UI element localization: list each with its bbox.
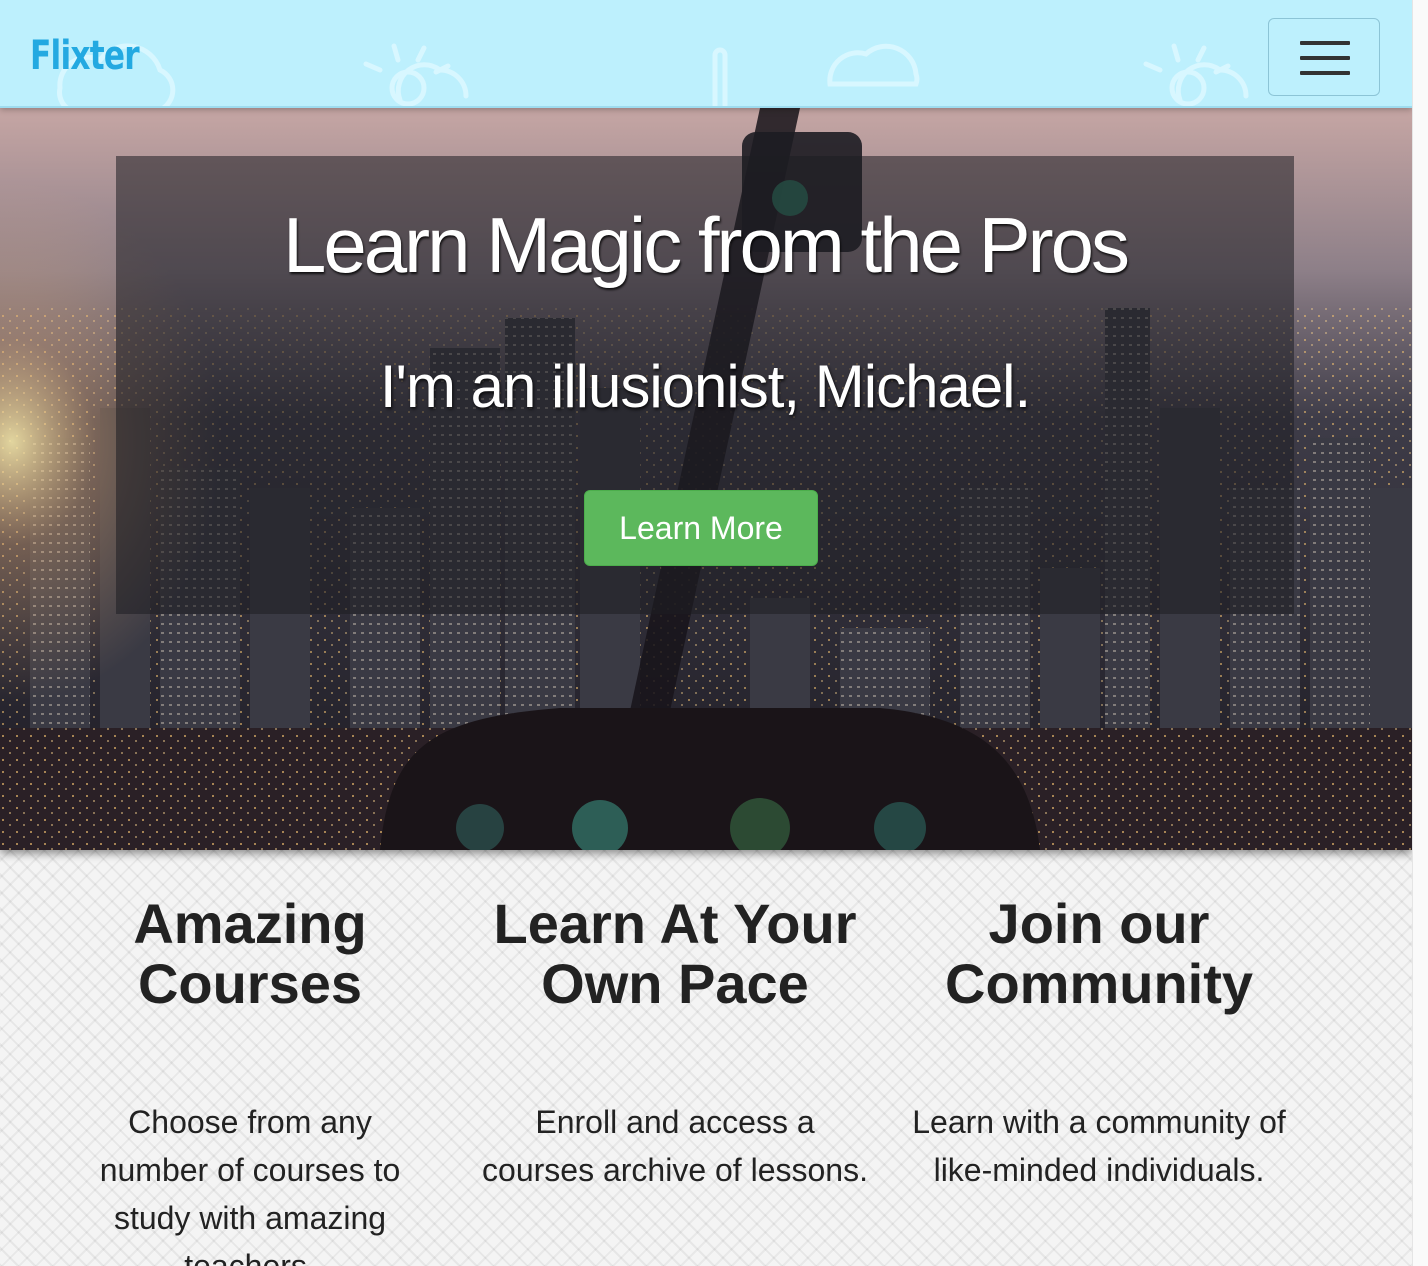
feature-description: Choose from any number of courses to stu… xyxy=(99,1104,401,1266)
feature-own-pace: Learn At Your Own Pace Enroll and access… xyxy=(480,894,870,1194)
hero-section: Learn Magic from the Pros I'm an illusio… xyxy=(0,108,1412,850)
top-navbar: Flixter xyxy=(0,0,1412,108)
feature-community: Join our Community Learn with a communit… xyxy=(906,894,1292,1194)
hero-title: Learn Magic from the Pros xyxy=(282,201,1130,289)
scrollbar[interactable] xyxy=(1412,0,1428,1266)
hero-subtitle: I'm an illusionist, Michael. xyxy=(379,353,1031,420)
hero-jumbotron: Learn Magic from the Pros I'm an illusio… xyxy=(116,156,1294,614)
feature-heading: Learn At Your Own Pace xyxy=(493,892,857,1015)
brand-logo[interactable]: Flixter xyxy=(30,30,140,82)
hamburger-icon xyxy=(1300,41,1350,45)
feature-heading: Amazing Courses xyxy=(133,892,367,1015)
weather-pattern-decoration xyxy=(57,43,1249,106)
features-section: Amazing Courses Choose from any number o… xyxy=(0,850,1412,1266)
feature-heading: Join our Community xyxy=(945,892,1253,1015)
feature-description: Learn with a community of like-minded in… xyxy=(912,1104,1286,1188)
feature-amazing-courses: Amazing Courses Choose from any number o… xyxy=(82,894,418,1266)
learn-more-button[interactable]: Learn More xyxy=(584,490,818,566)
page: Flixter Learn Magic from the Pros I'm an… xyxy=(0,0,1428,1266)
feature-description: Enroll and access a courses archive of l… xyxy=(482,1104,868,1188)
menu-toggle-button[interactable] xyxy=(1268,18,1380,96)
